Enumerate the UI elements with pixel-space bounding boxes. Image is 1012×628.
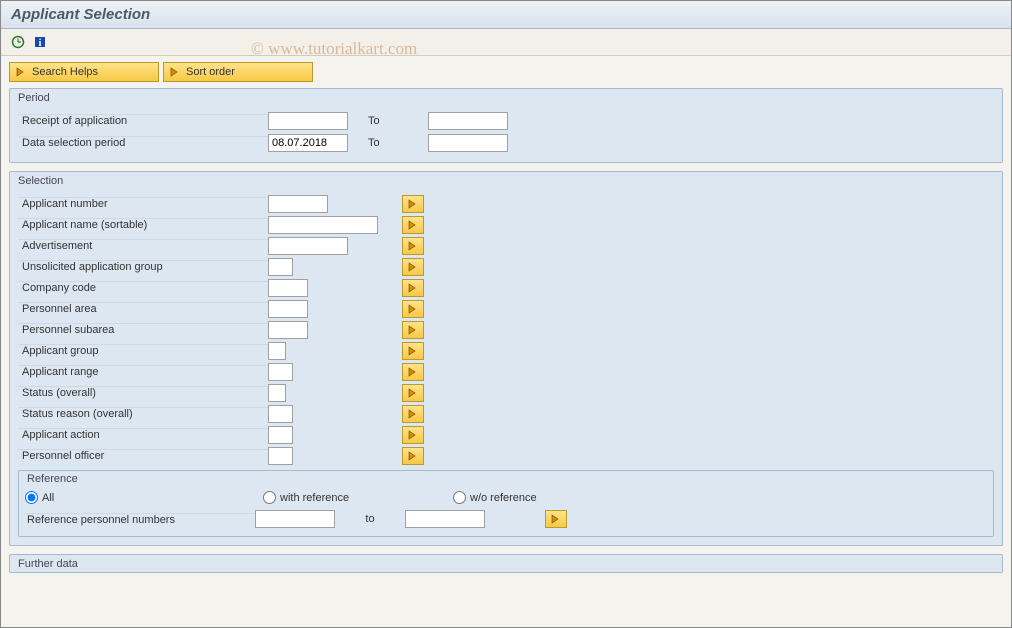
radio-all-label: All	[42, 492, 54, 504]
radio-with-reference[interactable]: with reference	[263, 491, 443, 504]
data-selection-label: Data selection period	[18, 136, 268, 149]
selection-row-input[interactable]	[268, 321, 308, 339]
selection-row-input[interactable]	[268, 447, 293, 465]
selection-row: Personnel area	[18, 298, 994, 319]
selection-row: Applicant name (sortable)	[18, 214, 994, 235]
selection-row: Applicant action	[18, 424, 994, 445]
selection-row: Applicant range	[18, 361, 994, 382]
data-selection-to-input[interactable]	[428, 134, 508, 152]
selection-row-label: Status reason (overall)	[18, 407, 268, 420]
svg-text:i: i	[39, 38, 42, 49]
reference-group: Reference All with reference	[18, 470, 994, 537]
search-helps-button[interactable]: Search Helps	[9, 62, 159, 82]
receipt-from-input[interactable]	[268, 112, 348, 130]
radio-with-input[interactable]	[263, 491, 276, 504]
selection-row-label: Status (overall)	[18, 386, 268, 399]
period-title: Period	[10, 89, 1002, 106]
period-group: Period Receipt of application To Data se…	[9, 88, 1003, 163]
selection-row-input[interactable]	[268, 342, 286, 360]
selection-row-label: Applicant range	[18, 365, 268, 378]
radio-with-label: with reference	[280, 492, 349, 504]
selection-row-label: Personnel subarea	[18, 323, 268, 336]
execute-icon[interactable]	[9, 33, 27, 51]
data-selection-to-label: To	[368, 137, 428, 149]
selection-multi-button[interactable]	[402, 447, 424, 465]
sort-order-label: Sort order	[186, 66, 235, 78]
selection-row: Status (overall)	[18, 382, 994, 403]
selection-row-label: Applicant number	[18, 197, 268, 210]
selection-row-input[interactable]	[268, 258, 293, 276]
ref-personnel-multi-button[interactable]	[545, 510, 567, 528]
selection-row-input[interactable]	[268, 216, 378, 234]
search-helps-label: Search Helps	[32, 66, 98, 78]
selection-row-input[interactable]	[268, 279, 308, 297]
selection-row: Advertisement	[18, 235, 994, 256]
app-toolbar: i	[1, 29, 1011, 56]
info-icon[interactable]: i	[31, 33, 49, 51]
selection-row-label: Company code	[18, 281, 268, 294]
radio-without-input[interactable]	[453, 491, 466, 504]
ref-personnel-to-label: to	[335, 513, 405, 525]
selection-multi-button[interactable]	[402, 258, 424, 276]
titlebar: Applicant Selection	[1, 1, 1011, 29]
selection-title: Selection	[10, 172, 1002, 189]
receipt-label: Receipt of application	[18, 114, 268, 127]
selection-multi-button[interactable]	[402, 384, 424, 402]
selection-row-label: Advertisement	[18, 239, 268, 252]
selection-row: Applicant number	[18, 193, 994, 214]
radio-all[interactable]: All	[23, 491, 253, 504]
selection-row: Personnel officer	[18, 445, 994, 466]
selection-row-input[interactable]	[268, 384, 286, 402]
selection-multi-button[interactable]	[402, 321, 424, 339]
selection-row-label: Personnel officer	[18, 449, 268, 462]
selection-row-input[interactable]	[268, 363, 293, 381]
period-row-data-selection: Data selection period To	[18, 132, 994, 153]
selection-row: Unsolicited application group	[18, 256, 994, 277]
selection-row: Applicant group	[18, 340, 994, 361]
arrow-right-icon	[16, 67, 26, 77]
selection-multi-button[interactable]	[402, 195, 424, 213]
selection-row-label: Applicant name (sortable)	[18, 218, 268, 231]
selection-row-label: Unsolicited application group	[18, 260, 268, 273]
period-row-receipt: Receipt of application To	[18, 110, 994, 131]
selection-row: Personnel subarea	[18, 319, 994, 340]
sort-order-button[interactable]: Sort order	[163, 62, 313, 82]
page-title: Applicant Selection	[11, 6, 1001, 23]
receipt-to-input[interactable]	[428, 112, 508, 130]
further-data-group: Further data	[9, 554, 1003, 573]
selection-group: Selection Applicant number Applicant name…	[9, 171, 1003, 546]
selection-multi-button[interactable]	[402, 426, 424, 444]
selection-row-label: Applicant group	[18, 344, 268, 357]
selection-row-input[interactable]	[268, 405, 293, 423]
ref-personnel-from-input[interactable]	[255, 510, 335, 528]
ref-personnel-label: Reference personnel numbers	[23, 513, 255, 526]
selection-multi-button[interactable]	[402, 342, 424, 360]
selection-multi-button[interactable]	[402, 279, 424, 297]
selection-row-input[interactable]	[268, 237, 348, 255]
selection-row: Status reason (overall)	[18, 403, 994, 424]
reference-title: Reference	[19, 471, 993, 487]
further-data-title: Further data	[10, 555, 1002, 572]
selection-multi-button[interactable]	[402, 405, 424, 423]
selection-row-label: Applicant action	[18, 428, 268, 441]
data-selection-from-input[interactable]	[268, 134, 348, 152]
radio-without-label: w/o reference	[470, 492, 537, 504]
receipt-to-label: To	[368, 115, 428, 127]
radio-without-reference[interactable]: w/o reference	[453, 491, 537, 504]
ref-personnel-to-input[interactable]	[405, 510, 485, 528]
main-area: Search Helps Sort order Period Receipt o…	[1, 56, 1011, 579]
radio-all-input[interactable]	[25, 491, 38, 504]
selection-row-input[interactable]	[268, 195, 328, 213]
selection-multi-button[interactable]	[402, 216, 424, 234]
selection-row-input[interactable]	[268, 426, 293, 444]
selection-multi-button[interactable]	[402, 363, 424, 381]
selection-multi-button[interactable]	[402, 237, 424, 255]
selection-row: Company code	[18, 277, 994, 298]
selection-row-input[interactable]	[268, 300, 308, 318]
selection-row-label: Personnel area	[18, 302, 268, 315]
arrow-right-icon	[170, 67, 180, 77]
selection-multi-button[interactable]	[402, 300, 424, 318]
